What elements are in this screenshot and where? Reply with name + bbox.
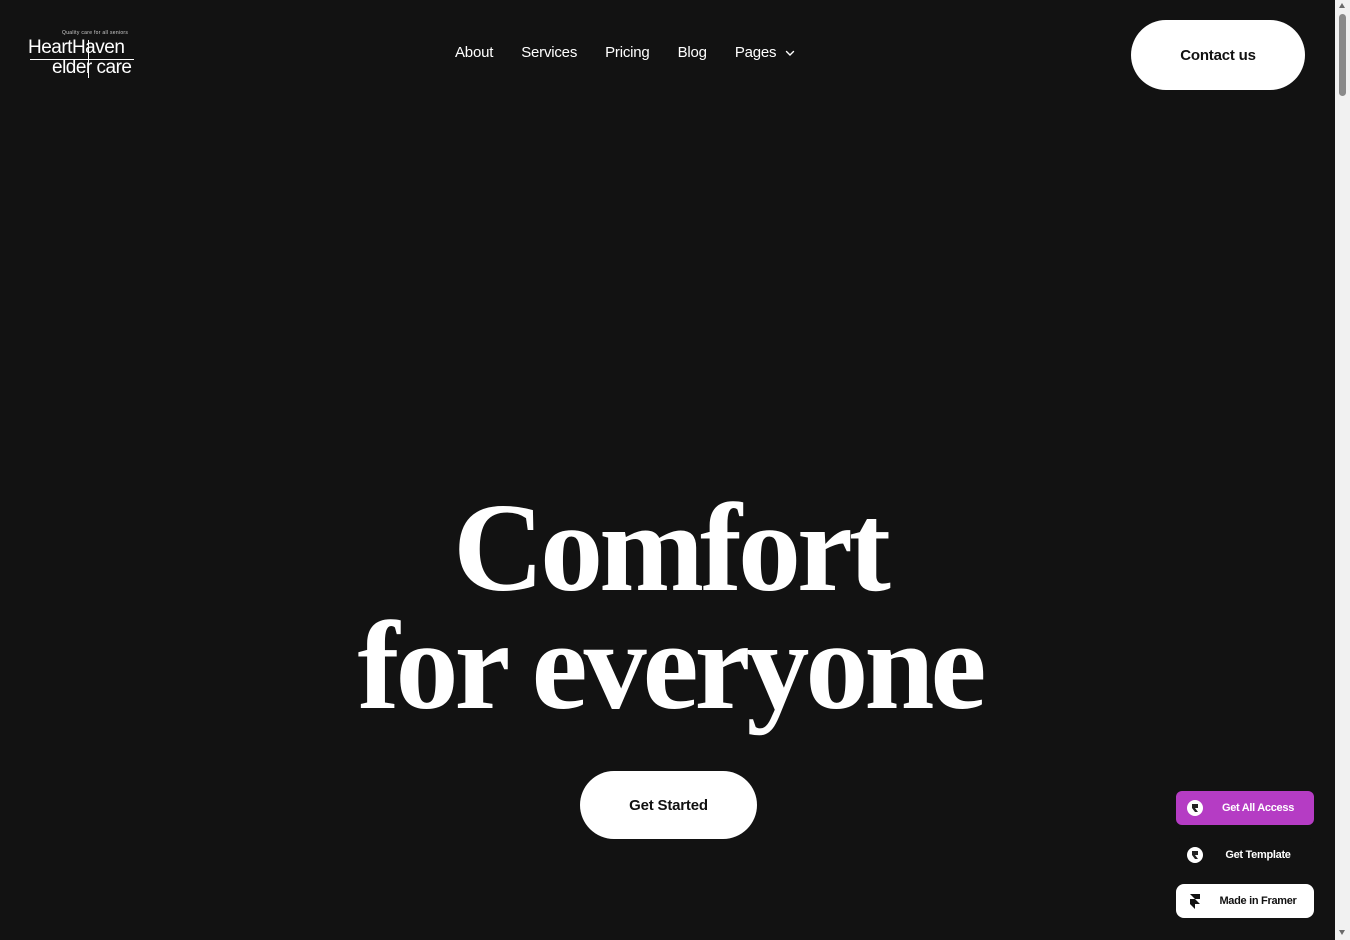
nav-pricing[interactable]: Pricing	[605, 44, 650, 61]
nav-about[interactable]: About	[455, 44, 493, 61]
hero-title-line2: for everyone	[357, 597, 987, 736]
page-scrollbar[interactable]	[1335, 0, 1350, 940]
nav-pages-dropdown[interactable]: Pages	[735, 44, 797, 61]
scroll-down-arrow-icon[interactable]	[1339, 930, 1345, 935]
main-nav: About Services Pricing Blog Pages	[455, 44, 796, 61]
hero-title-line1: Comfort	[453, 479, 891, 618]
get-all-access-label: Get All Access	[1221, 802, 1295, 814]
get-template-button[interactable]: Get Template	[1176, 838, 1314, 872]
hero-title: Comfort for everyone	[0, 479, 1340, 736]
scroll-up-arrow-icon[interactable]	[1339, 3, 1345, 8]
made-in-framer-badge[interactable]: Made in Framer	[1176, 884, 1314, 918]
get-started-button[interactable]: Get Started	[580, 771, 757, 839]
framer-badge-icon	[1187, 847, 1203, 863]
get-all-access-button[interactable]: Get All Access	[1176, 791, 1314, 825]
logo[interactable]: Quality care for all seniors HeartHaven …	[28, 30, 148, 82]
framer-logo-icon	[1190, 894, 1200, 909]
contact-us-button[interactable]: Contact us	[1131, 20, 1305, 90]
made-in-framer-label: Made in Framer	[1219, 895, 1297, 907]
logo-wordmark-line2: elder care	[52, 57, 132, 78]
page: Quality care for all seniors HeartHaven …	[0, 0, 1350, 940]
framer-badge-icon	[1187, 800, 1203, 816]
chevron-down-icon	[786, 50, 795, 56]
logo-tagline: Quality care for all seniors	[62, 30, 129, 36]
get-template-label: Get Template	[1225, 849, 1291, 861]
nav-services[interactable]: Services	[521, 44, 577, 61]
nav-pages[interactable]: Pages	[735, 44, 777, 61]
nav-blog[interactable]: Blog	[678, 44, 707, 61]
logo-wordmark-line1: HeartHaven	[28, 37, 125, 58]
scrollbar-thumb[interactable]	[1339, 14, 1346, 96]
